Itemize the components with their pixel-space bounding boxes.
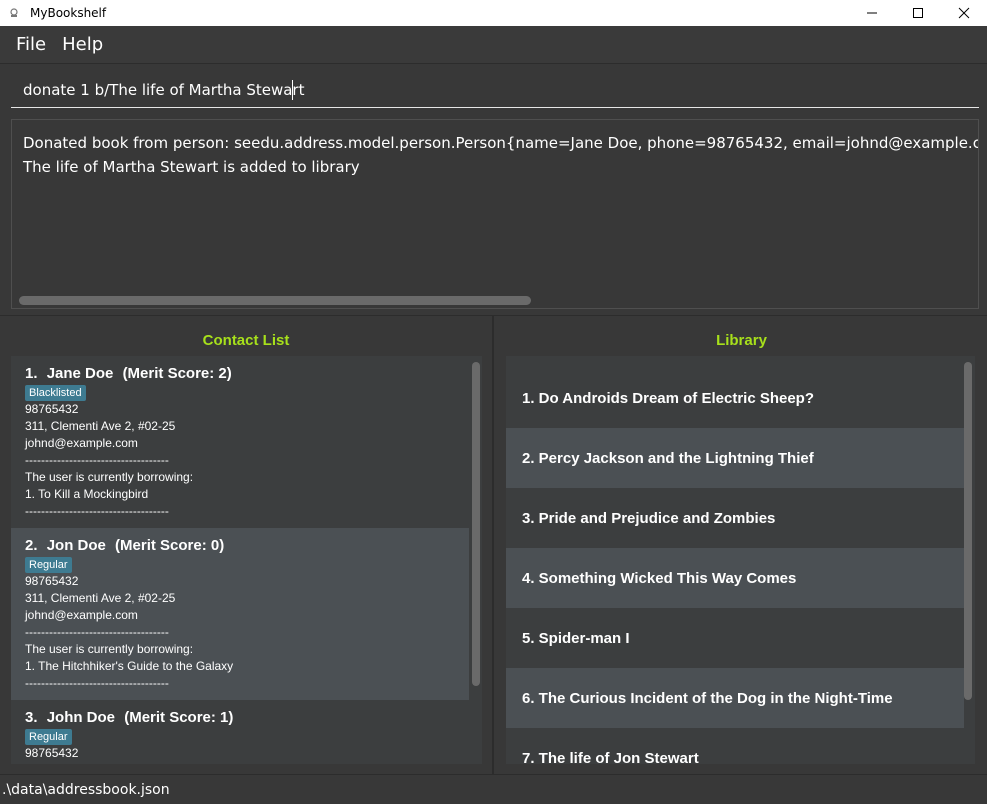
window-title: MyBookshelf <box>30 6 107 20</box>
menu-bar: File Help <box>0 26 987 64</box>
result-hscrollbar[interactable] <box>16 296 974 305</box>
menu-help[interactable]: Help <box>54 34 111 55</box>
close-icon <box>958 7 970 19</box>
contact-name: Jane Doe <box>46 365 114 382</box>
contact-email: johnd@example.com <box>25 436 138 450</box>
minimize-icon <box>867 12 877 14</box>
status-badge: Blacklisted <box>25 385 86 401</box>
contact-card[interactable]: 2. Jon Doe (Merit Score: 0) Regular 9876… <box>11 528 469 700</box>
contact-index: 3. <box>25 709 38 726</box>
status-badge: Regular <box>25 729 72 745</box>
contact-name-line: 1. Jane Doe (Merit Score: 2) <box>25 365 455 382</box>
close-button[interactable] <box>941 0 987 26</box>
list-item[interactable]: 6. The Curious Incident of the Dog in th… <box>506 668 964 728</box>
minimize-button[interactable] <box>849 0 895 26</box>
result-hscroll-thumb[interactable] <box>19 296 531 305</box>
contact-card[interactable]: 3. John Doe (Merit Score: 1) Regular 987… <box>11 700 469 764</box>
borrowed-book: 1. To Kill a Mockingbird <box>25 487 149 501</box>
maximize-icon <box>913 8 923 18</box>
file-path: .\data\addressbook.json <box>2 781 170 798</box>
contact-index: 2. <box>25 537 38 554</box>
maximize-button[interactable] <box>895 0 941 26</box>
contact-address: 311, Clementi Ave 2, #02-25 <box>25 591 176 605</box>
contact-panel: Contact List 1. Jane Doe (Merit Score: 2… <box>0 316 494 774</box>
list-item[interactable]: 4. Something Wicked This Way Comes <box>506 548 964 608</box>
separator: ------------------------------------ <box>25 676 169 690</box>
result-text: Donated book from person: seedu.address.… <box>23 131 979 179</box>
contact-email: johnd@example.com <box>25 608 138 622</box>
separator: ------------------------------------ <box>25 625 169 639</box>
result-line: Donated book from person: seedu.address.… <box>23 134 979 152</box>
contact-name-line: 2. Jon Doe (Merit Score: 0) <box>25 537 455 554</box>
contact-card[interactable]: 1. Jane Doe (Merit Score: 2) Blacklisted… <box>11 356 469 528</box>
title-bar: MyBookshelf <box>0 0 987 26</box>
contact-phone: 98765432 <box>25 746 79 760</box>
contact-list-title: Contact List <box>202 332 290 349</box>
status-bar: .\data\addressbook.json <box>0 774 987 804</box>
list-item[interactable]: 5. Spider-man I <box>506 608 964 668</box>
contact-phone: 98765432 <box>25 574 79 588</box>
book-list[interactable]: 1. Do Androids Dream of Electric Sheep? … <box>506 356 975 764</box>
contact-name: John Doe <box>46 709 116 726</box>
separator: ------------------------------------ <box>25 453 169 467</box>
status-badge: Regular <box>25 557 72 573</box>
contact-name: Jon Doe <box>46 537 106 554</box>
contact-merit: (Merit Score: 0) <box>115 537 225 554</box>
separator: ------------------------------------ <box>25 504 169 518</box>
contact-name-line: 3. John Doe (Merit Score: 1) <box>25 709 455 726</box>
list-item[interactable]: 7. The life of Jon Stewart <box>506 728 964 764</box>
menu-file[interactable]: File <box>8 34 54 55</box>
contact-list[interactable]: 1. Jane Doe (Merit Score: 2) Blacklisted… <box>11 356 482 764</box>
contact-address: 311, Clementi Ave 2, #02-25 <box>25 419 176 433</box>
borrow-label: The user is currently borrowing: <box>25 470 194 484</box>
result-display[interactable]: Donated book from person: seedu.address.… <box>11 119 979 309</box>
contact-phone: 98765432 <box>25 402 79 416</box>
borrowed-book: 1. The Hitchhiker's Guide to the Galaxy <box>25 659 234 673</box>
contact-merit: (Merit Score: 2) <box>122 365 232 382</box>
library-panel: Library 1. Do Androids Dream of Electric… <box>496 316 987 774</box>
result-line: The life of Martha Stewart is added to l… <box>23 158 360 176</box>
borrow-label: The user is currently borrowing: <box>25 642 194 656</box>
contact-merit: (Merit Score: 1) <box>124 709 234 726</box>
list-item[interactable]: 2. Percy Jackson and the Lightning Thief <box>506 428 964 488</box>
text-caret <box>292 80 293 100</box>
command-box <box>0 64 987 116</box>
list-item[interactable]: 3. Pride and Prejudice and Zombies <box>506 488 964 548</box>
contact-list-scrollbar[interactable] <box>472 362 480 686</box>
library-title: Library <box>716 332 767 349</box>
book-list-scrollbar[interactable] <box>964 362 972 700</box>
app-icon <box>8 7 20 19</box>
list-item[interactable]: 1. Do Androids Dream of Electric Sheep? <box>506 368 964 428</box>
command-input[interactable] <box>11 72 979 108</box>
contact-index: 1. <box>25 365 38 382</box>
